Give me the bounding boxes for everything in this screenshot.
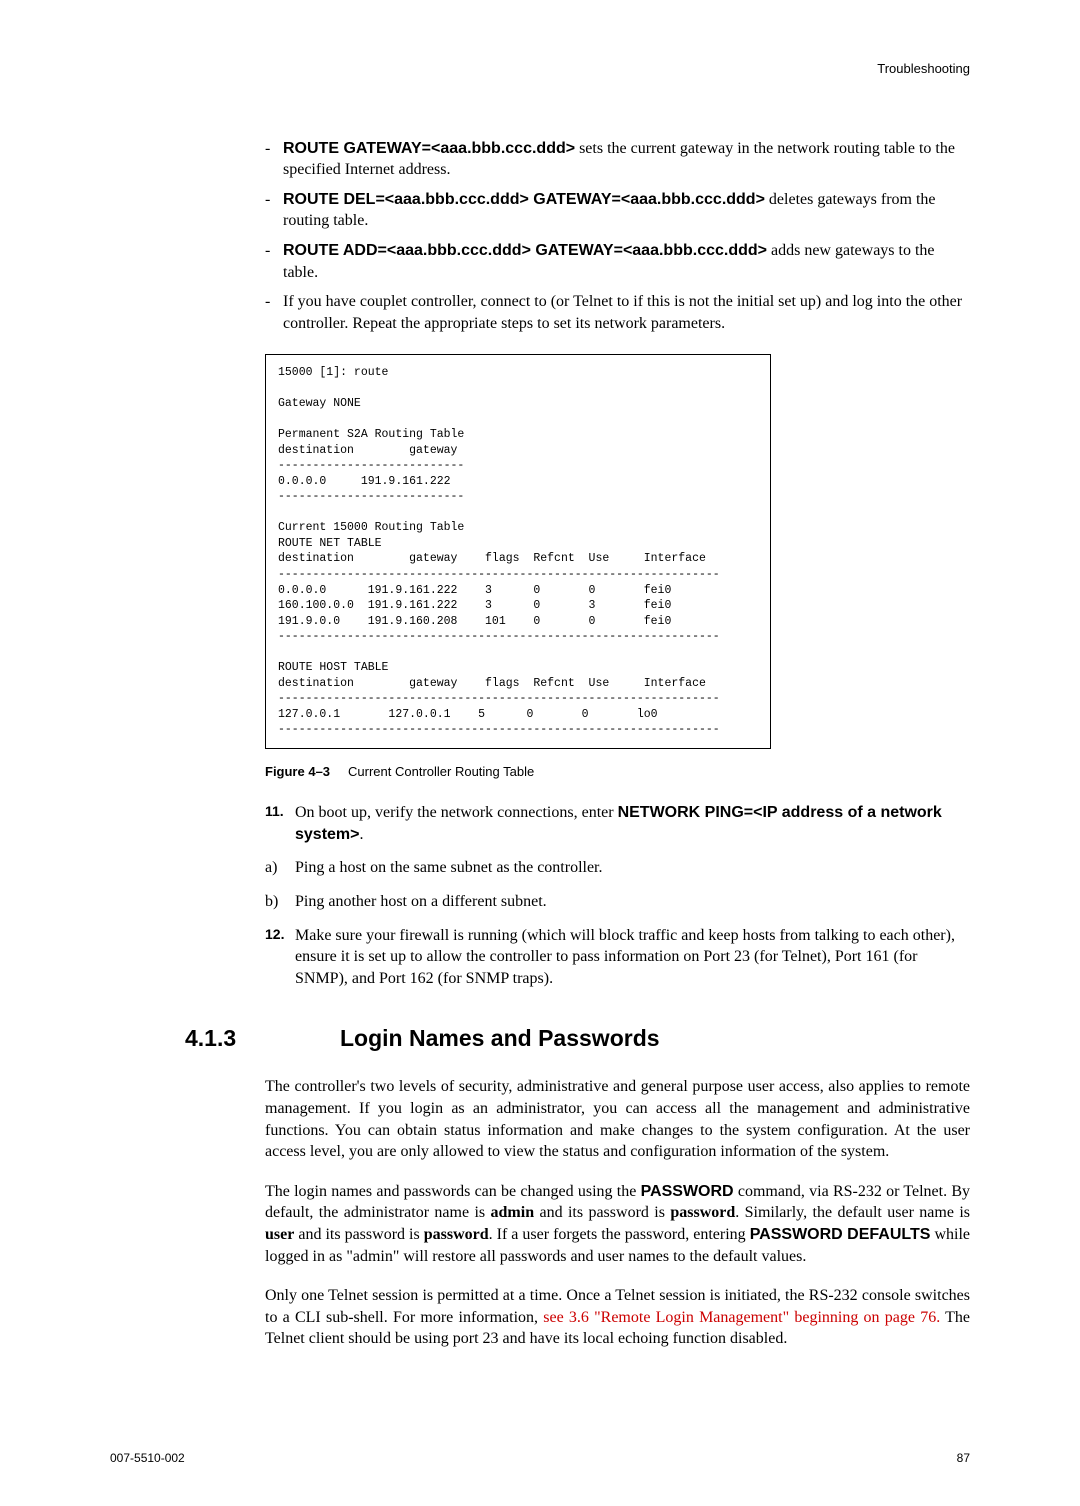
bold-text: password [670, 1204, 735, 1221]
step-text: Make sure your firewall is running (whic… [295, 925, 970, 990]
step-11: 11. On boot up, verify the network conne… [265, 802, 970, 845]
step-text: On boot up, verify the network connectio… [295, 802, 970, 845]
step-marker: 12. [265, 925, 295, 990]
step-lead: On boot up, verify the network connectio… [295, 804, 618, 821]
step-text: Ping a host on the same subnet as the co… [295, 857, 970, 879]
bold-text: password [424, 1226, 489, 1243]
paragraph: The controller's two levels of security,… [265, 1076, 970, 1162]
text-run: . Similarly, the default user name is [735, 1204, 970, 1221]
bullet-dash: - [265, 291, 283, 334]
text-run: and its password is [294, 1226, 423, 1243]
step-marker: b) [265, 891, 295, 913]
figure-title: Current Controller Routing Table [348, 764, 534, 779]
bullet-text: ROUTE GATEWAY=<aaa.bbb.ccc.ddd> sets the… [283, 138, 970, 181]
command-text: ROUTE DEL=<aaa.bbb.ccc.ddd> GATEWAY=<aaa… [283, 191, 765, 208]
step-text: Ping another host on a different subnet. [295, 891, 970, 913]
step-marker: 11. [265, 802, 295, 845]
section-heading: 4.1.3 Login Names and Passwords [265, 1023, 970, 1054]
bold-text: admin [491, 1204, 535, 1221]
step-12: 12. Make sure your firewall is running (… [265, 925, 970, 990]
bullet-item: - ROUTE DEL=<aaa.bbb.ccc.ddd> GATEWAY=<a… [265, 189, 970, 232]
bullet-text: ROUTE DEL=<aaa.bbb.ccc.ddd> GATEWAY=<aaa… [283, 189, 970, 232]
command-text: ROUTE ADD=<aaa.bbb.ccc.ddd> GATEWAY=<aaa… [283, 242, 767, 259]
bullet-item: - ROUTE ADD=<aaa.bbb.ccc.ddd> GATEWAY=<a… [265, 240, 970, 283]
bold-text: user [265, 1226, 294, 1243]
paragraph: Only one Telnet session is permitted at … [265, 1285, 970, 1350]
command-text: PASSWORD DEFAULTS [750, 1226, 931, 1243]
figure-label: Figure 4–3 [265, 764, 330, 779]
text-run: . If a user forgets the password, enteri… [489, 1226, 750, 1243]
bullet-text: If you have couplet controller, connect … [283, 291, 970, 334]
main-content: - ROUTE GATEWAY=<aaa.bbb.ccc.ddd> sets t… [265, 138, 970, 1350]
bullet-dash: - [265, 189, 283, 232]
bullet-item: - If you have couplet controller, connec… [265, 291, 970, 334]
step-tail: . [360, 826, 364, 843]
page-footer: 007-5510-002 87 [110, 1450, 970, 1466]
figure-caption: Figure 4–3 Current Controller Routing Tab… [265, 763, 970, 781]
step-11b: b) Ping another host on a different subn… [265, 891, 970, 913]
page-number: 87 [957, 1450, 970, 1466]
text-run: and its password is [534, 1204, 670, 1221]
step-11a: a) Ping a host on the same subnet as the… [265, 857, 970, 879]
text-run: The login names and passwords can be cha… [265, 1183, 641, 1200]
cross-reference-link[interactable]: see 3.6 "Remote Login Management" beginn… [543, 1309, 940, 1326]
command-text: ROUTE GATEWAY=<aaa.bbb.ccc.ddd> [283, 140, 575, 157]
doc-number: 007-5510-002 [110, 1450, 185, 1466]
bullet-text: ROUTE ADD=<aaa.bbb.ccc.ddd> GATEWAY=<aaa… [283, 240, 970, 283]
bullet-item: - ROUTE GATEWAY=<aaa.bbb.ccc.ddd> sets t… [265, 138, 970, 181]
bullet-dash: - [265, 240, 283, 283]
page-header-right: Troubleshooting [110, 60, 970, 78]
paragraph: The login names and passwords can be cha… [265, 1181, 970, 1267]
routing-table-output: 15000 [1]: route Gateway NONE Permanent … [265, 354, 771, 748]
section-title: Login Names and Passwords [340, 1023, 660, 1054]
section-number: 4.1.3 [110, 1023, 340, 1054]
step-marker: a) [265, 857, 295, 879]
command-text: PASSWORD [641, 1183, 734, 1200]
bullet-dash: - [265, 138, 283, 181]
